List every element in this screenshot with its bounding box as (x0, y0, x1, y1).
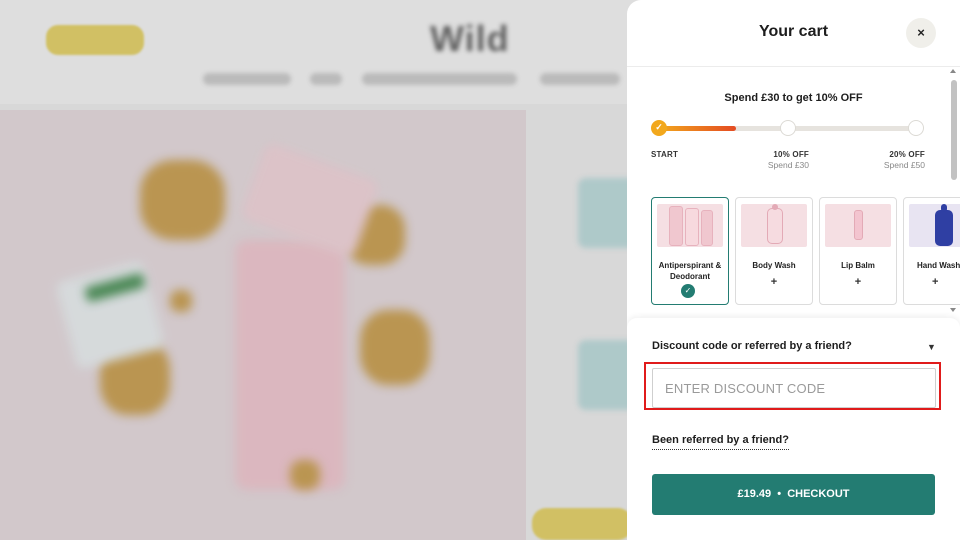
add-plus-icon[interactable]: + (820, 276, 896, 288)
cart-header: Your cart × (627, 0, 960, 67)
referred-by-friend-link[interactable]: Been referred by a friend? (652, 434, 789, 450)
progress-fill (658, 125, 736, 131)
product-card-antiperspirant[interactable]: Antiperspirant & Deodorant ✓ (651, 197, 729, 305)
chevron-down-icon[interactable]: ▼ (927, 342, 936, 352)
progress-milestone-20-off (908, 120, 924, 136)
discount-code-input[interactable] (652, 368, 936, 408)
product-name: Lip Balm (841, 261, 875, 270)
tier-sub-label: Spend £30 (767, 160, 809, 170)
progress-milestone-10-off (780, 120, 796, 136)
scroll-up-arrow-icon[interactable] (950, 69, 956, 73)
product-image (657, 204, 723, 247)
scroll-down-arrow-icon[interactable] (950, 308, 956, 312)
progress-start-check-icon: ✓ (651, 120, 667, 136)
product-name: Body Wash (752, 261, 796, 270)
tier-sub-label: Spend £50 (883, 160, 925, 170)
tier-label: 20% OFF (889, 150, 925, 159)
product-name: Antiperspirant & Deodorant (658, 261, 722, 281)
product-image (741, 204, 807, 247)
spend-message: Spend £30 to get 10% OFF (724, 92, 863, 104)
add-plus-icon[interactable]: + (736, 276, 812, 288)
discount-toggle[interactable]: Discount code or referred by a friend? (652, 340, 852, 352)
tier-20-off: 20% OFF Spend £50 (863, 149, 925, 171)
tier-10-off: 10% OFF Spend £30 (747, 149, 809, 171)
checkout-button[interactable]: £19.49 • CHECKOUT (652, 474, 935, 515)
tier-start: START (651, 149, 678, 160)
close-icon[interactable]: × (906, 18, 936, 48)
selected-check-icon: ✓ (681, 284, 695, 298)
product-image (825, 204, 891, 247)
cart-drawer: Your cart × Spend £30 to get 10% OFF ✓ S… (627, 0, 960, 540)
checkout-panel: Discount code or referred by a friend? ▼… (627, 318, 960, 540)
add-plus-icon[interactable]: + (932, 276, 938, 288)
product-name: Hand Wash (917, 261, 960, 270)
product-carousel: Antiperspirant & Deodorant ✓ Body Wash +… (651, 197, 960, 305)
tier-label: 10% OFF (773, 150, 809, 159)
product-card-hand-wash[interactable]: Hand Wash + (903, 197, 960, 305)
product-card-lip-balm[interactable]: Lip Balm + (819, 197, 897, 305)
tier-label: START (651, 150, 679, 159)
reward-progress-bar: ✓ (651, 120, 924, 138)
product-card-body-wash[interactable]: Body Wash + (735, 197, 813, 305)
product-image (909, 204, 960, 247)
